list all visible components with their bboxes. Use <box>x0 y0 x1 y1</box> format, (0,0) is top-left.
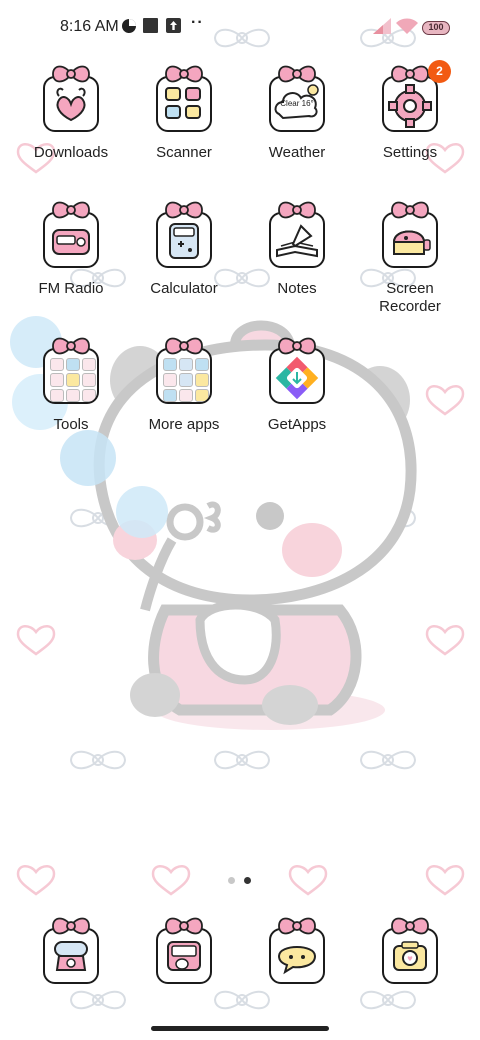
app-label: Screen Recorder <box>379 280 441 315</box>
weather-tile-text: Clear 16° <box>280 99 314 108</box>
app-label: FM Radio <box>38 280 104 297</box>
bow-decoration-icon <box>391 65 429 83</box>
settings-icon <box>382 76 438 132</box>
signal-icon <box>371 18 393 34</box>
app-settings[interactable]: Settings <box>355 65 465 162</box>
app-label: Weather <box>268 144 326 161</box>
notes-icon <box>269 212 325 268</box>
bow-decoration-icon <box>278 65 316 83</box>
bow-decoration-icon <box>278 337 316 355</box>
app-label: More apps <box>148 416 220 433</box>
dock-phone[interactable] <box>16 917 126 984</box>
chat-dock-icon <box>269 928 325 984</box>
home-gesture-bar[interactable] <box>151 1026 329 1031</box>
battery-icon: 100 <box>422 21 450 35</box>
dock-chat[interactable] <box>242 917 352 984</box>
dock-camera[interactable] <box>355 917 465 984</box>
app-label: Downloads <box>33 144 109 161</box>
notification-square-icon <box>143 18 158 33</box>
status-bar: 8:16 AM ·· 100 <box>0 0 480 56</box>
scanner-icon <box>156 76 212 132</box>
data-saver-icon <box>121 18 137 34</box>
bow-decoration-icon <box>278 201 316 219</box>
app-folder-tools[interactable]: Tools <box>16 337 126 434</box>
app-label: Tools <box>53 416 89 433</box>
app-calculator[interactable]: Calculator <box>129 201 239 298</box>
wifi-icon <box>396 18 418 34</box>
status-time: 8:16 AM <box>60 18 119 35</box>
app-label: Settings <box>382 144 438 161</box>
app-getapps[interactable]: GetApps <box>242 337 352 434</box>
weather-icon: Clear 16° <box>269 76 325 132</box>
tools-folder-icon <box>43 348 99 404</box>
bow-decoration-icon <box>52 65 90 83</box>
dock-messages[interactable] <box>129 917 239 984</box>
bow-decoration-icon <box>165 65 203 83</box>
getapps-icon <box>269 348 325 404</box>
app-screen-recorder[interactable]: Screen Recorder <box>355 201 465 316</box>
page-indicator[interactable] <box>226 877 256 887</box>
bow-decoration-icon <box>278 917 316 935</box>
bow-decoration-icon <box>165 337 203 355</box>
app-label: Notes <box>277 280 317 297</box>
page-dot-active[interactable] <box>244 877 251 884</box>
more-apps-folder-icon <box>156 348 212 404</box>
app-weather[interactable]: Clear 16° Weather <box>242 65 352 162</box>
screen-recorder-icon <box>382 212 438 268</box>
app-fm-radio[interactable]: FM Radio <box>16 201 126 298</box>
app-label: Calculator <box>150 280 218 297</box>
more-dots-icon: ·· <box>191 14 204 31</box>
upload-icon <box>166 18 181 33</box>
camera-dock-icon <box>382 928 438 984</box>
page-dot[interactable] <box>228 877 235 884</box>
app-folder-more-apps[interactable]: More apps <box>129 337 239 434</box>
bow-decoration-icon <box>391 917 429 935</box>
bow-decoration-icon <box>52 201 90 219</box>
battery-level: 100 <box>428 22 444 32</box>
radio-icon <box>43 212 99 268</box>
messages-dock-icon <box>156 928 212 984</box>
app-scanner[interactable]: Scanner <box>129 65 239 162</box>
bow-decoration-icon <box>165 201 203 219</box>
bow-decoration-icon <box>165 917 203 935</box>
notification-badge: 2 <box>428 60 451 83</box>
bow-decoration-icon <box>52 337 90 355</box>
phone-dock-icon <box>43 928 99 984</box>
downloads-icon <box>43 76 99 132</box>
bow-decoration-icon <box>391 201 429 219</box>
app-label: GetApps <box>267 416 327 433</box>
app-notes[interactable]: Notes <box>242 201 352 298</box>
calculator-icon <box>156 212 212 268</box>
app-label: Scanner <box>156 144 212 161</box>
app-downloads[interactable]: Downloads <box>16 65 126 162</box>
bow-decoration-icon <box>52 917 90 935</box>
